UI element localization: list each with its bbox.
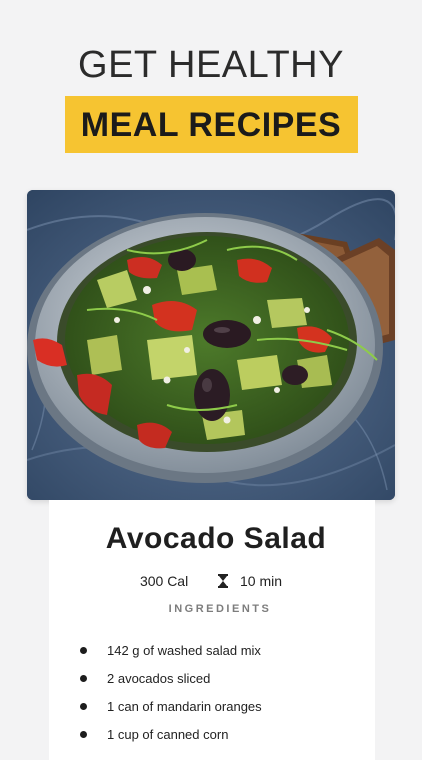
recipe-meta: 300 Cal 10 min	[0, 572, 422, 589]
bullet-icon	[80, 674, 87, 682]
ingredients-list: 142 g of washed salad mix 2 avocados sli…	[80, 636, 262, 748]
ingredient-text: 2 avocados sliced	[107, 670, 211, 686]
list-item: 1 cup of canned corn	[80, 720, 262, 748]
calories-value: 300 Cal	[139, 573, 189, 590]
ingredients-heading: INGREDIENTS	[168, 603, 272, 615]
bullet-icon	[80, 730, 87, 738]
ingredient-text: 1 cup of canned corn	[107, 726, 229, 742]
bullet-icon	[80, 702, 87, 710]
list-item: 2 avocados sliced	[80, 664, 262, 692]
headline-line-2: MEAL RECIPES	[80, 106, 342, 144]
bullet-icon	[80, 646, 87, 654]
ingredient-text: 1 can of mandarin oranges	[107, 698, 262, 714]
recipe-photo	[27, 190, 395, 500]
list-item: 1 can of mandarin oranges	[80, 692, 262, 720]
headline-line-1: GET HEALTHY	[78, 44, 344, 86]
list-item: 142 g of washed salad mix	[80, 636, 262, 664]
recipe-title: Avocado Salad	[105, 522, 327, 555]
time-value: 10 min	[240, 573, 283, 590]
ingredient-text: 142 g of washed salad mix	[107, 642, 261, 658]
hourglass-icon	[218, 574, 229, 589]
